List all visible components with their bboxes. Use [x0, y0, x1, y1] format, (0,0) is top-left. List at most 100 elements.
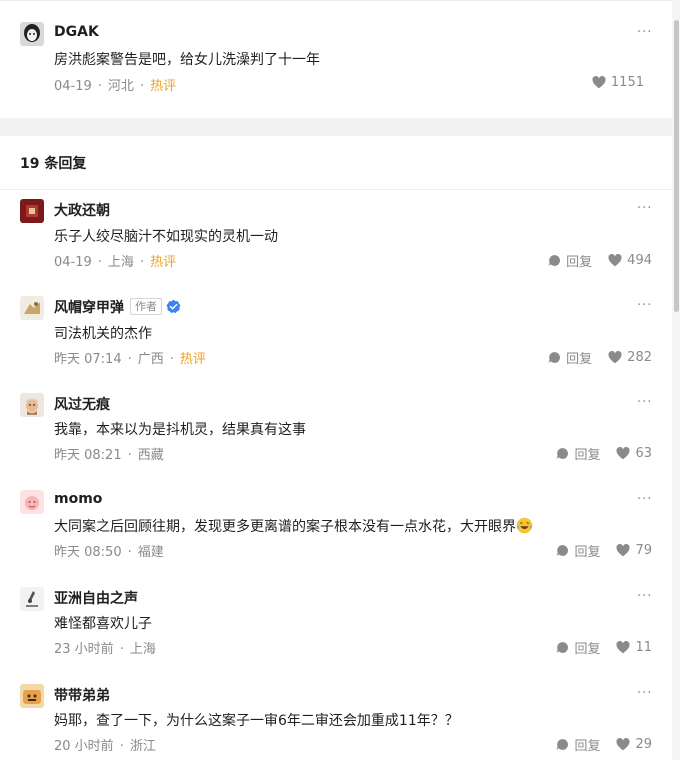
- like-count: 63: [635, 446, 652, 461]
- reply-button-label: 回复: [574, 545, 601, 560]
- reply-actions: 回复 11: [556, 638, 652, 657]
- laughing-tears-emoji-icon: [516, 517, 533, 534]
- meta-separator: ·: [119, 642, 124, 657]
- heart-icon: [608, 351, 622, 364]
- avatar-image-icon: [20, 199, 44, 223]
- meta-separator: ·: [139, 79, 145, 94]
- reply-location: 浙江: [129, 739, 156, 754]
- username[interactable]: 带带弟弟: [54, 685, 110, 705]
- comment-actions: 1151: [592, 75, 644, 90]
- like-button[interactable]: 282: [608, 350, 652, 365]
- like-count: 29: [635, 737, 652, 752]
- like-button[interactable]: 79: [616, 543, 652, 558]
- avatar[interactable]: [20, 393, 44, 417]
- reply-meta: 昨天 08:21 · 西藏: [54, 444, 164, 463]
- heart-icon: [616, 447, 630, 460]
- avatar[interactable]: [20, 199, 44, 223]
- reply-meta: 昨天 08:50 · 福建: [54, 541, 164, 560]
- verified-badge-icon: [166, 299, 181, 314]
- avatar[interactable]: [20, 22, 44, 46]
- scrollbar[interactable]: [672, 0, 680, 760]
- more-horizontal-icon[interactable]: ···: [637, 299, 652, 312]
- reply-button[interactable]: 回复: [556, 541, 600, 560]
- author-tag: 作者: [130, 298, 162, 315]
- meta-separator: ·: [97, 79, 102, 94]
- hot-badge: 热评: [150, 79, 177, 94]
- reply-button-label: 回复: [566, 255, 593, 270]
- section-divider: [0, 189, 672, 190]
- comment-text: 房洪彪案警告是吧，给女儿洗澡判了十一年: [54, 52, 320, 68]
- username[interactable]: DGAK: [54, 24, 99, 40]
- comment-bubble-icon: [556, 739, 569, 750]
- more-horizontal-icon[interactable]: ···: [637, 396, 652, 409]
- heart-icon: [616, 738, 630, 751]
- reply-button[interactable]: 回复: [556, 444, 600, 463]
- avatar[interactable]: [20, 587, 44, 611]
- comment-bubble-icon: [548, 255, 561, 266]
- meta-separator: ·: [119, 739, 124, 754]
- reply-date: 昨天 07:14: [54, 352, 122, 367]
- avatar[interactable]: [20, 490, 44, 514]
- more-horizontal-icon[interactable]: ···: [637, 590, 652, 603]
- username[interactable]: momo: [54, 491, 102, 507]
- avatar-image-icon: [20, 684, 44, 708]
- more-horizontal-icon[interactable]: ···: [637, 493, 652, 506]
- comment-bubble-icon: [556, 642, 569, 653]
- meta-separator: ·: [127, 352, 132, 367]
- meta-separator: ·: [127, 448, 132, 463]
- replies-header: 19 条回复: [20, 156, 87, 172]
- reply-button-label: 回复: [574, 448, 601, 463]
- main-comment: DGAK ··· 房洪彪案警告是吧，给女儿洗澡判了十一年 04-19 · 河北 · 热评…: [0, 0, 672, 118]
- username[interactable]: 亚洲自由之声: [54, 588, 138, 608]
- username[interactable]: 大政还朝: [54, 200, 110, 220]
- scrollbar-thumb[interactable]: [674, 20, 679, 312]
- username[interactable]: 风帽穿甲弹 作者: [54, 297, 181, 317]
- reply-meta: 23 小时前 · 上海: [54, 638, 156, 657]
- section-gap: [0, 118, 672, 136]
- username[interactable]: 风过无痕: [54, 394, 110, 414]
- reply-actions: 回复 282: [548, 348, 652, 367]
- reply-text: 大同案之后回顾往期，发现更多更离谱的案子根本没有一点水花，大开眼界: [54, 516, 533, 536]
- more-horizontal-icon[interactable]: ···: [637, 202, 652, 215]
- heart-icon: [616, 544, 630, 557]
- more-horizontal-icon[interactable]: ···: [637, 687, 652, 700]
- reply-text: 乐子人绞尽脑汁不如现实的灵机一动: [54, 229, 278, 245]
- reply-date: 昨天 08:21: [54, 448, 122, 463]
- avatar-image-icon: [20, 587, 44, 611]
- reply-button[interactable]: 回复: [548, 348, 592, 367]
- reply-date: 昨天 08:50: [54, 545, 122, 560]
- like-button[interactable]: 494: [608, 253, 652, 268]
- reply-actions: 回复 494: [548, 251, 652, 270]
- reply-location: 西藏: [137, 448, 164, 463]
- like-count: 79: [635, 543, 652, 558]
- meta-separator: ·: [97, 255, 102, 270]
- like-count: 1151: [610, 75, 644, 90]
- reply-meta: 20 小时前 · 浙江: [54, 735, 156, 754]
- comment-date: 04-19: [54, 79, 92, 94]
- reply-button-label: 回复: [574, 739, 601, 754]
- meta-separator: ·: [169, 352, 174, 367]
- reply-button[interactable]: 回复: [556, 638, 600, 657]
- avatar-image-icon: [20, 22, 44, 46]
- like-button[interactable]: 1151: [592, 75, 644, 90]
- heart-icon: [616, 641, 630, 654]
- like-button[interactable]: 63: [616, 446, 652, 461]
- reply-button[interactable]: 回复: [548, 251, 592, 270]
- meta-separator: ·: [127, 545, 132, 560]
- like-button[interactable]: 11: [616, 640, 652, 655]
- avatar[interactable]: [20, 296, 44, 320]
- reply-text-body: 大同案之后回顾往期，发现更多更离谱的案子根本没有一点水花，大开眼界: [54, 519, 516, 535]
- reply-actions: 回复 29: [556, 735, 652, 754]
- reply-button[interactable]: 回复: [556, 735, 600, 754]
- reply-location: 广西: [137, 352, 164, 367]
- more-horizontal-icon[interactable]: ···: [637, 26, 652, 39]
- comment-location: 河北: [107, 79, 134, 94]
- like-button[interactable]: 29: [616, 737, 652, 752]
- heart-icon: [592, 76, 606, 89]
- comment-meta: 04-19 · 河北 · 热评: [54, 75, 176, 94]
- username-text: 风帽穿甲弹: [54, 300, 124, 316]
- avatar[interactable]: [20, 684, 44, 708]
- comment-bubble-icon: [548, 352, 561, 363]
- avatar-image-icon: [20, 393, 44, 417]
- comment-bubble-icon: [556, 545, 569, 556]
